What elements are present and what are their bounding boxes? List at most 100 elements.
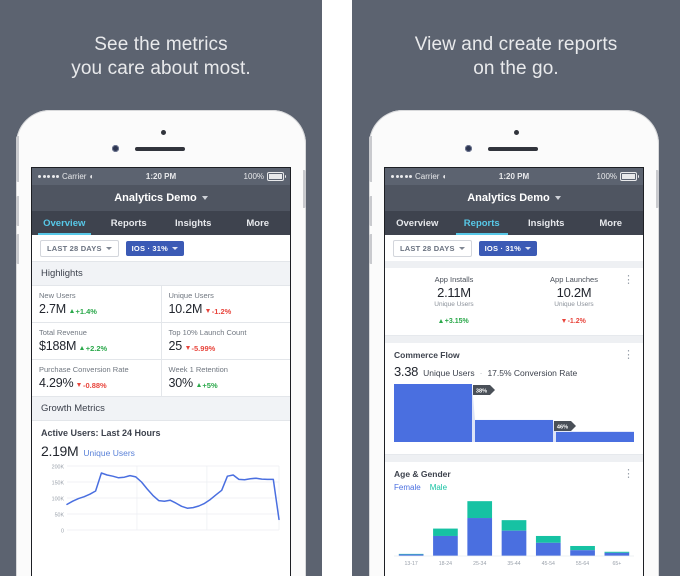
metric-delta: -1.2% bbox=[206, 307, 231, 316]
svg-text:65+: 65+ bbox=[612, 561, 621, 567]
active-users-card[interactable]: Active Users: Last 24 Hours 2.19M Unique… bbox=[32, 421, 290, 541]
metric-delta: -5.99% bbox=[186, 344, 215, 353]
commerce-flow-summary: 3.38 Unique Users · 17.5% Conversion Rat… bbox=[394, 364, 634, 379]
platform-filter[interactable]: IOS · 31% bbox=[125, 240, 185, 256]
kpi-label: App Launches bbox=[550, 275, 598, 284]
phone-side-button-power bbox=[303, 170, 306, 208]
content-spacer bbox=[385, 261, 643, 268]
kpi-delta: +3.15% bbox=[439, 318, 469, 325]
metric-card[interactable]: Purchase Conversion Rate 4.29% -0.88% bbox=[32, 360, 161, 396]
metric-delta-label: +2.2% bbox=[85, 343, 108, 353]
metric-value-row: 25 -5.99% bbox=[169, 339, 284, 353]
phone-screen-left: Carrier ◐ 1:20 PM 100% Analytics Demo Ov… bbox=[32, 168, 290, 576]
filter-bar: LAST 28 DAYS IOS · 31% bbox=[385, 235, 643, 261]
tab-reports-label: Reports bbox=[110, 217, 147, 229]
tab-insights-label: Insights bbox=[528, 217, 565, 229]
svg-text:25-34: 25-34 bbox=[473, 561, 486, 567]
platform-filter-label: IOS · 31% bbox=[131, 243, 169, 253]
chevron-down-icon[interactable] bbox=[554, 196, 561, 200]
wifi-icon: ◐ bbox=[89, 171, 95, 181]
tab-insights[interactable]: Insights bbox=[161, 211, 226, 235]
phone-screen-right: Carrier ◐ 1:20 PM 100% Analytics Demo Ov… bbox=[385, 168, 643, 576]
metric-card[interactable]: Week 1 Retention 30% +5% bbox=[161, 360, 290, 396]
headline-line-1: See the metrics bbox=[94, 34, 228, 55]
age-gender-card[interactable]: ⋮ Age & Gender Female Male 13-17 18-24 25-… bbox=[385, 462, 643, 576]
app-title: Analytics Demo bbox=[114, 192, 197, 204]
date-range-filter[interactable]: LAST 28 DAYS bbox=[40, 239, 119, 257]
section-header-highlights: Highlights bbox=[32, 261, 290, 286]
headline-left: See the metrics you care about most. bbox=[0, 33, 322, 81]
carrier-label: Carrier bbox=[62, 172, 87, 181]
tab-insights[interactable]: Insights bbox=[514, 211, 579, 235]
tab-more[interactable]: More bbox=[226, 211, 291, 235]
metric-delta: +5% bbox=[196, 380, 218, 390]
tab-more[interactable]: More bbox=[579, 211, 644, 235]
kpi-card[interactable]: ⋮ App Installs 2.11M Unique Users +3.15%… bbox=[385, 268, 643, 336]
metric-card[interactable]: New Users 2.7M +1.4% bbox=[32, 286, 161, 322]
earpiece-speaker bbox=[488, 147, 538, 151]
chevron-down-icon bbox=[105, 246, 112, 250]
kpi-sub: Unique Users bbox=[554, 301, 594, 308]
metric-value-row: $188M +2.2% bbox=[39, 339, 154, 353]
chevron-down-icon bbox=[172, 246, 179, 250]
promo-panel-left: See the metrics you care about most. Car… bbox=[0, 0, 322, 576]
status-bar-right: 100% bbox=[529, 172, 640, 181]
earpiece-speaker bbox=[135, 147, 185, 151]
date-range-filter[interactable]: LAST 28 DAYS bbox=[393, 239, 472, 257]
content-spacer bbox=[385, 455, 643, 462]
phone-mockup-right: Carrier ◐ 1:20 PM 100% Analytics Demo Ov… bbox=[369, 110, 659, 576]
metric-card[interactable]: Unique Users 10.2M -1.2% bbox=[161, 286, 290, 322]
overflow-menu-icon[interactable]: ⋮ bbox=[623, 350, 635, 361]
overflow-menu-icon[interactable]: ⋮ bbox=[623, 469, 635, 480]
trend-up-icon bbox=[80, 346, 85, 350]
metric-delta-label: -0.88% bbox=[82, 380, 107, 390]
phone-side-button-volume-down bbox=[369, 234, 372, 264]
phone-mockup-left: Carrier ◐ 1:20 PM 100% Analytics Demo Ov… bbox=[16, 110, 306, 576]
age-gender-legend: Female Male bbox=[394, 483, 634, 492]
tab-reports[interactable]: Reports bbox=[450, 211, 515, 235]
svg-text:150K: 150K bbox=[52, 480, 65, 486]
legend-male[interactable]: Male bbox=[430, 483, 447, 492]
kpi-label: App Installs bbox=[434, 275, 474, 284]
tab-overview[interactable]: Overview bbox=[32, 211, 97, 235]
front-camera-icon bbox=[161, 130, 166, 135]
metric-delta: +1.4% bbox=[70, 307, 97, 316]
promo-panel-right: View and create reports on the go. Carri… bbox=[352, 0, 680, 576]
tab-overview-label: Overview bbox=[43, 217, 86, 229]
content-spacer bbox=[385, 336, 643, 343]
commerce-flow-value: 3.38 bbox=[394, 364, 419, 379]
overflow-menu-icon[interactable]: ⋮ bbox=[623, 275, 635, 286]
kpi-sub: Unique Users bbox=[434, 301, 474, 308]
metric-card[interactable]: Top 10% Launch Count 25 -5.99% bbox=[161, 323, 290, 359]
phone-side-button-silent bbox=[16, 136, 19, 182]
svg-text:50K: 50K bbox=[55, 512, 65, 518]
svg-text:45-54: 45-54 bbox=[542, 561, 555, 567]
section-header-growth: Growth Metrics bbox=[32, 396, 290, 421]
metric-card[interactable]: Total Revenue $188M +2.2% bbox=[32, 323, 161, 359]
status-bar-left: Carrier ◐ bbox=[391, 172, 499, 181]
active-users-line-chart: 0 50K 100K 150K 200K bbox=[41, 463, 281, 541]
legend-female[interactable]: Female bbox=[394, 483, 421, 492]
app-title: Analytics Demo bbox=[467, 192, 550, 204]
battery-icon bbox=[620, 172, 640, 181]
headline-line-2: on the go. bbox=[473, 58, 559, 79]
metric-label: New Users bbox=[39, 291, 76, 300]
front-camera-icon bbox=[514, 130, 519, 135]
battery-percent-label: 100% bbox=[243, 172, 265, 181]
metric-delta-label: +5% bbox=[202, 380, 218, 390]
date-range-filter-label: LAST 28 DAYS bbox=[400, 243, 455, 253]
signal-strength-icon bbox=[391, 175, 412, 178]
trend-down-icon bbox=[562, 319, 567, 323]
chevron-down-icon[interactable] bbox=[201, 196, 208, 200]
filter-bar: LAST 28 DAYS IOS · 31% bbox=[32, 235, 290, 261]
commerce-flow-card[interactable]: ⋮ Commerce Flow 3.38 Unique Users · 17.5… bbox=[385, 343, 643, 455]
tab-reports[interactable]: Reports bbox=[97, 211, 162, 235]
growth-title: Growth Metrics bbox=[41, 403, 105, 414]
battery-percent-label: 100% bbox=[596, 172, 618, 181]
tab-reports-label: Reports bbox=[463, 217, 500, 229]
phone-side-button-power bbox=[656, 170, 659, 208]
metric-delta: -0.88% bbox=[77, 380, 107, 390]
tab-overview[interactable]: Overview bbox=[385, 211, 450, 235]
platform-filter[interactable]: IOS · 31% bbox=[478, 240, 538, 256]
metric-label: Top 10% Launch Count bbox=[168, 328, 247, 337]
